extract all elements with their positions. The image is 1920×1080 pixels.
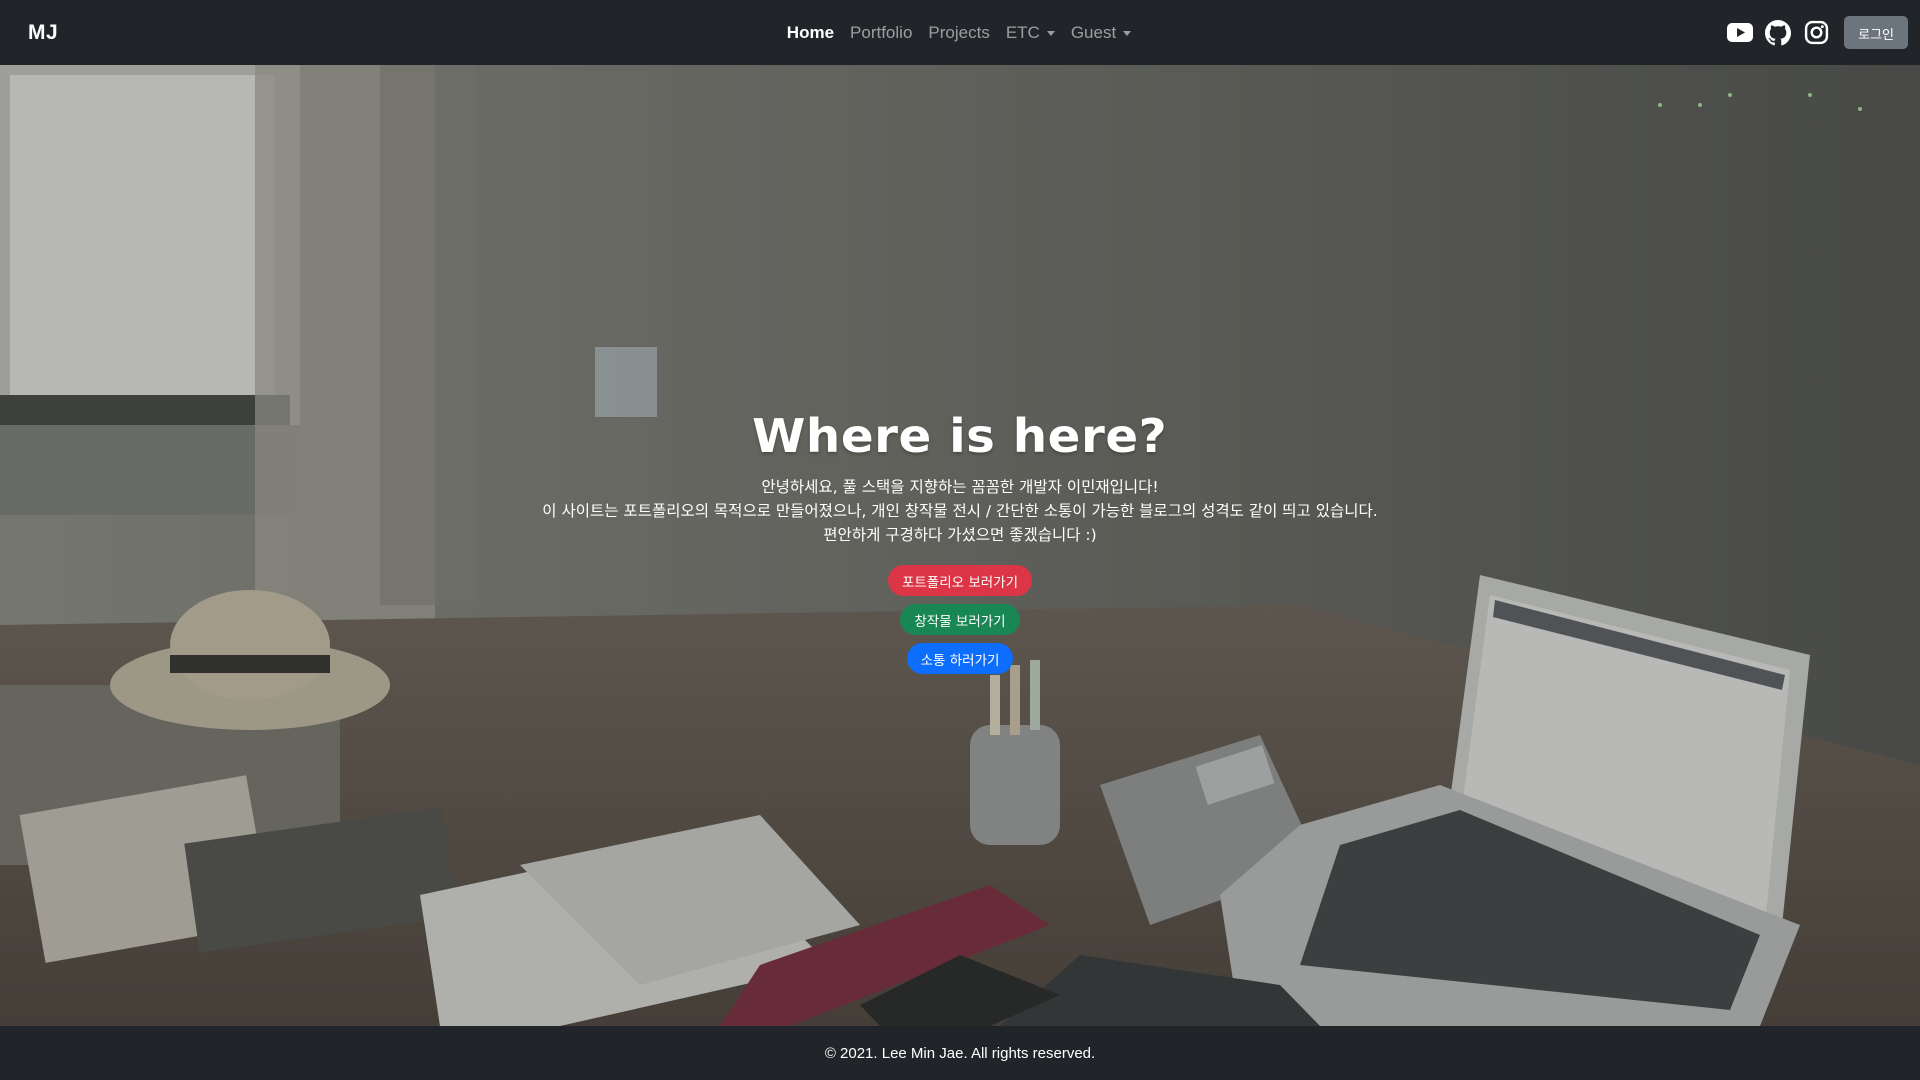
nav-right: 로그인 <box>1726 0 1908 65</box>
caret-down-icon <box>1123 31 1132 36</box>
nav-dropdown-guest-label: Guest <box>1070 22 1117 42</box>
nav-link-home[interactable]: Home <box>787 23 834 43</box>
top-navbar: MJ Home Portfolio Projects ETC Guest 로그인 <box>0 0 1920 65</box>
brand-logo[interactable]: MJ <box>28 0 58 65</box>
nav-dropdown-guest[interactable]: Guest <box>1070 22 1132 43</box>
github-icon[interactable] <box>1764 19 1792 47</box>
caret-down-icon <box>1046 31 1055 36</box>
nav-dropdown-etc-label: ETC <box>1005 22 1040 42</box>
hero-title: Where is here? <box>752 409 1168 463</box>
hero-line-welcome: 편안하게 구경하다 가셨으면 좋겠습니다 :) <box>823 526 1097 544</box>
nav-link-portfolio-label: Portfolio <box>850 22 913 42</box>
portfolio-button[interactable]: 포트폴리오 보러가기 <box>887 565 1033 596</box>
hero-buttons: 포트폴리오 보러가기 창작물 보러가기 소통 하러가기 <box>0 565 1920 674</box>
nav-center: Home Portfolio Projects ETC Guest <box>0 0 1920 65</box>
creations-button[interactable]: 창작물 보러가기 <box>900 604 1020 635</box>
hero-content: Where is here? 안녕하세요, 풀 스택을 지향하는 꼼꼼한 개발자… <box>0 409 1920 674</box>
nav-link-portfolio[interactable]: Portfolio <box>850 23 912 43</box>
nav-dropdown-etc[interactable]: ETC <box>1006 23 1055 43</box>
youtube-icon[interactable] <box>1726 19 1754 47</box>
footer: © 2021. Lee Min Jae. All rights reserved… <box>0 1026 1920 1080</box>
nav-links: Home Portfolio Projects ETC Guest <box>787 22 1132 43</box>
instagram-icon[interactable] <box>1802 19 1830 47</box>
communicate-button[interactable]: 소통 하러가기 <box>906 643 1014 674</box>
hero-section: Where is here? 안녕하세요, 풀 스택을 지향하는 꼼꼼한 개발자… <box>0 65 1920 1026</box>
copyright-text: © 2021. Lee Min Jae. All rights reserved… <box>824 1044 1096 1062</box>
hero-line-purpose: 이 사이트는 포트폴리오의 목적으로 만들어졌으나, 개인 창작물 전시 / 간… <box>542 502 1378 520</box>
nav-link-projects-label: Projects <box>928 22 990 42</box>
hero-line-greeting: 안녕하세요, 풀 스택을 지향하는 꼼꼼한 개발자 이민재입니다! <box>761 478 1159 496</box>
hero-description: 안녕하세요, 풀 스택을 지향하는 꼼꼼한 개발자 이민재입니다! 이 사이트는… <box>0 475 1920 547</box>
nav-link-home-label: Home <box>786 22 835 42</box>
login-button[interactable]: 로그인 <box>1844 16 1908 49</box>
nav-link-projects[interactable]: Projects <box>928 23 989 43</box>
